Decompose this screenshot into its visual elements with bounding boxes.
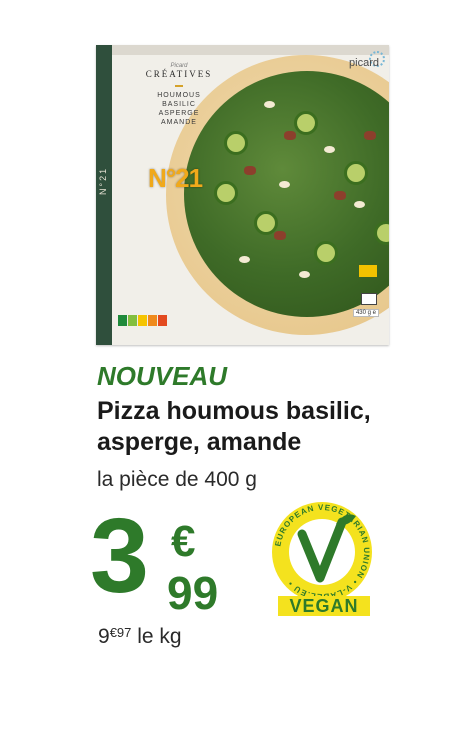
almond-slice [354, 201, 365, 208]
nutri-c [138, 315, 147, 326]
tomato-piece [244, 166, 256, 175]
freezer-icon [361, 293, 377, 305]
almond-slice [279, 181, 290, 188]
product-title-line1: Pizza houmous basilic, [97, 397, 371, 425]
price-per-kg: 9€97 le kg [98, 625, 182, 649]
tomato-piece [274, 231, 286, 240]
price-currency: € [171, 517, 196, 566]
zucchini-slice [374, 221, 389, 245]
almond-slice [324, 146, 335, 153]
product-title: Pizza houmous basilic, asperge, amande [97, 396, 452, 458]
nutri-b [128, 315, 137, 326]
price-integer: 3 [90, 497, 149, 615]
per-kg-euros: 9 [98, 625, 110, 648]
nutri-e [158, 315, 167, 326]
almond-slice [299, 271, 310, 278]
per-kg-unit: le kg [137, 625, 182, 648]
tomato-piece [284, 131, 296, 140]
zucchini-slice [224, 131, 248, 155]
per-kg-cents: €97 [109, 625, 132, 640]
almond-slice [239, 256, 250, 263]
vegan-badge: VEGAN [278, 596, 370, 616]
tomato-piece [364, 131, 376, 140]
recipe-line: HOUMOUS [157, 92, 201, 99]
recipe-line: BASILIC [162, 101, 196, 108]
box-lid [96, 45, 389, 55]
recipe-line: ASPERGE [158, 110, 200, 117]
zucchini-slice [344, 161, 368, 185]
recipe-line: AMANDE [161, 119, 197, 126]
new-label: NOUVEAU [97, 361, 228, 391]
unit-description: la pièce de 400 g [97, 468, 257, 491]
zucchini-slice [214, 181, 238, 205]
zucchini-slice [294, 111, 318, 135]
zucchini-slice [314, 241, 338, 265]
product-title-line2: asperge, amande [97, 428, 302, 456]
nutri-a [118, 315, 127, 326]
brand-divider [175, 85, 183, 87]
product-box-image: N°21 Picard CRÉATIVES HOUMOUS BASILIC AS… [96, 45, 389, 345]
box-weight: 430 g e [352, 309, 379, 317]
brand-block: Picard CRÉATIVES HOUMOUS BASILIC ASPERGE… [134, 63, 224, 127]
retailer-logo: picard [349, 57, 379, 69]
tomato-piece [334, 191, 346, 200]
recipe-number: N°21 [148, 163, 203, 193]
box-weight-value: 430 g e [352, 309, 379, 317]
box-spine: N°21 [96, 45, 112, 345]
almond-slice [264, 101, 275, 108]
spine-number: N°21 [98, 166, 108, 195]
price-decimals: 99 [167, 567, 219, 619]
photo-badge [359, 265, 377, 277]
nutri-d [148, 315, 157, 326]
brand-name: CRÉATIVES [145, 69, 213, 79]
nutri-score [118, 315, 168, 326]
